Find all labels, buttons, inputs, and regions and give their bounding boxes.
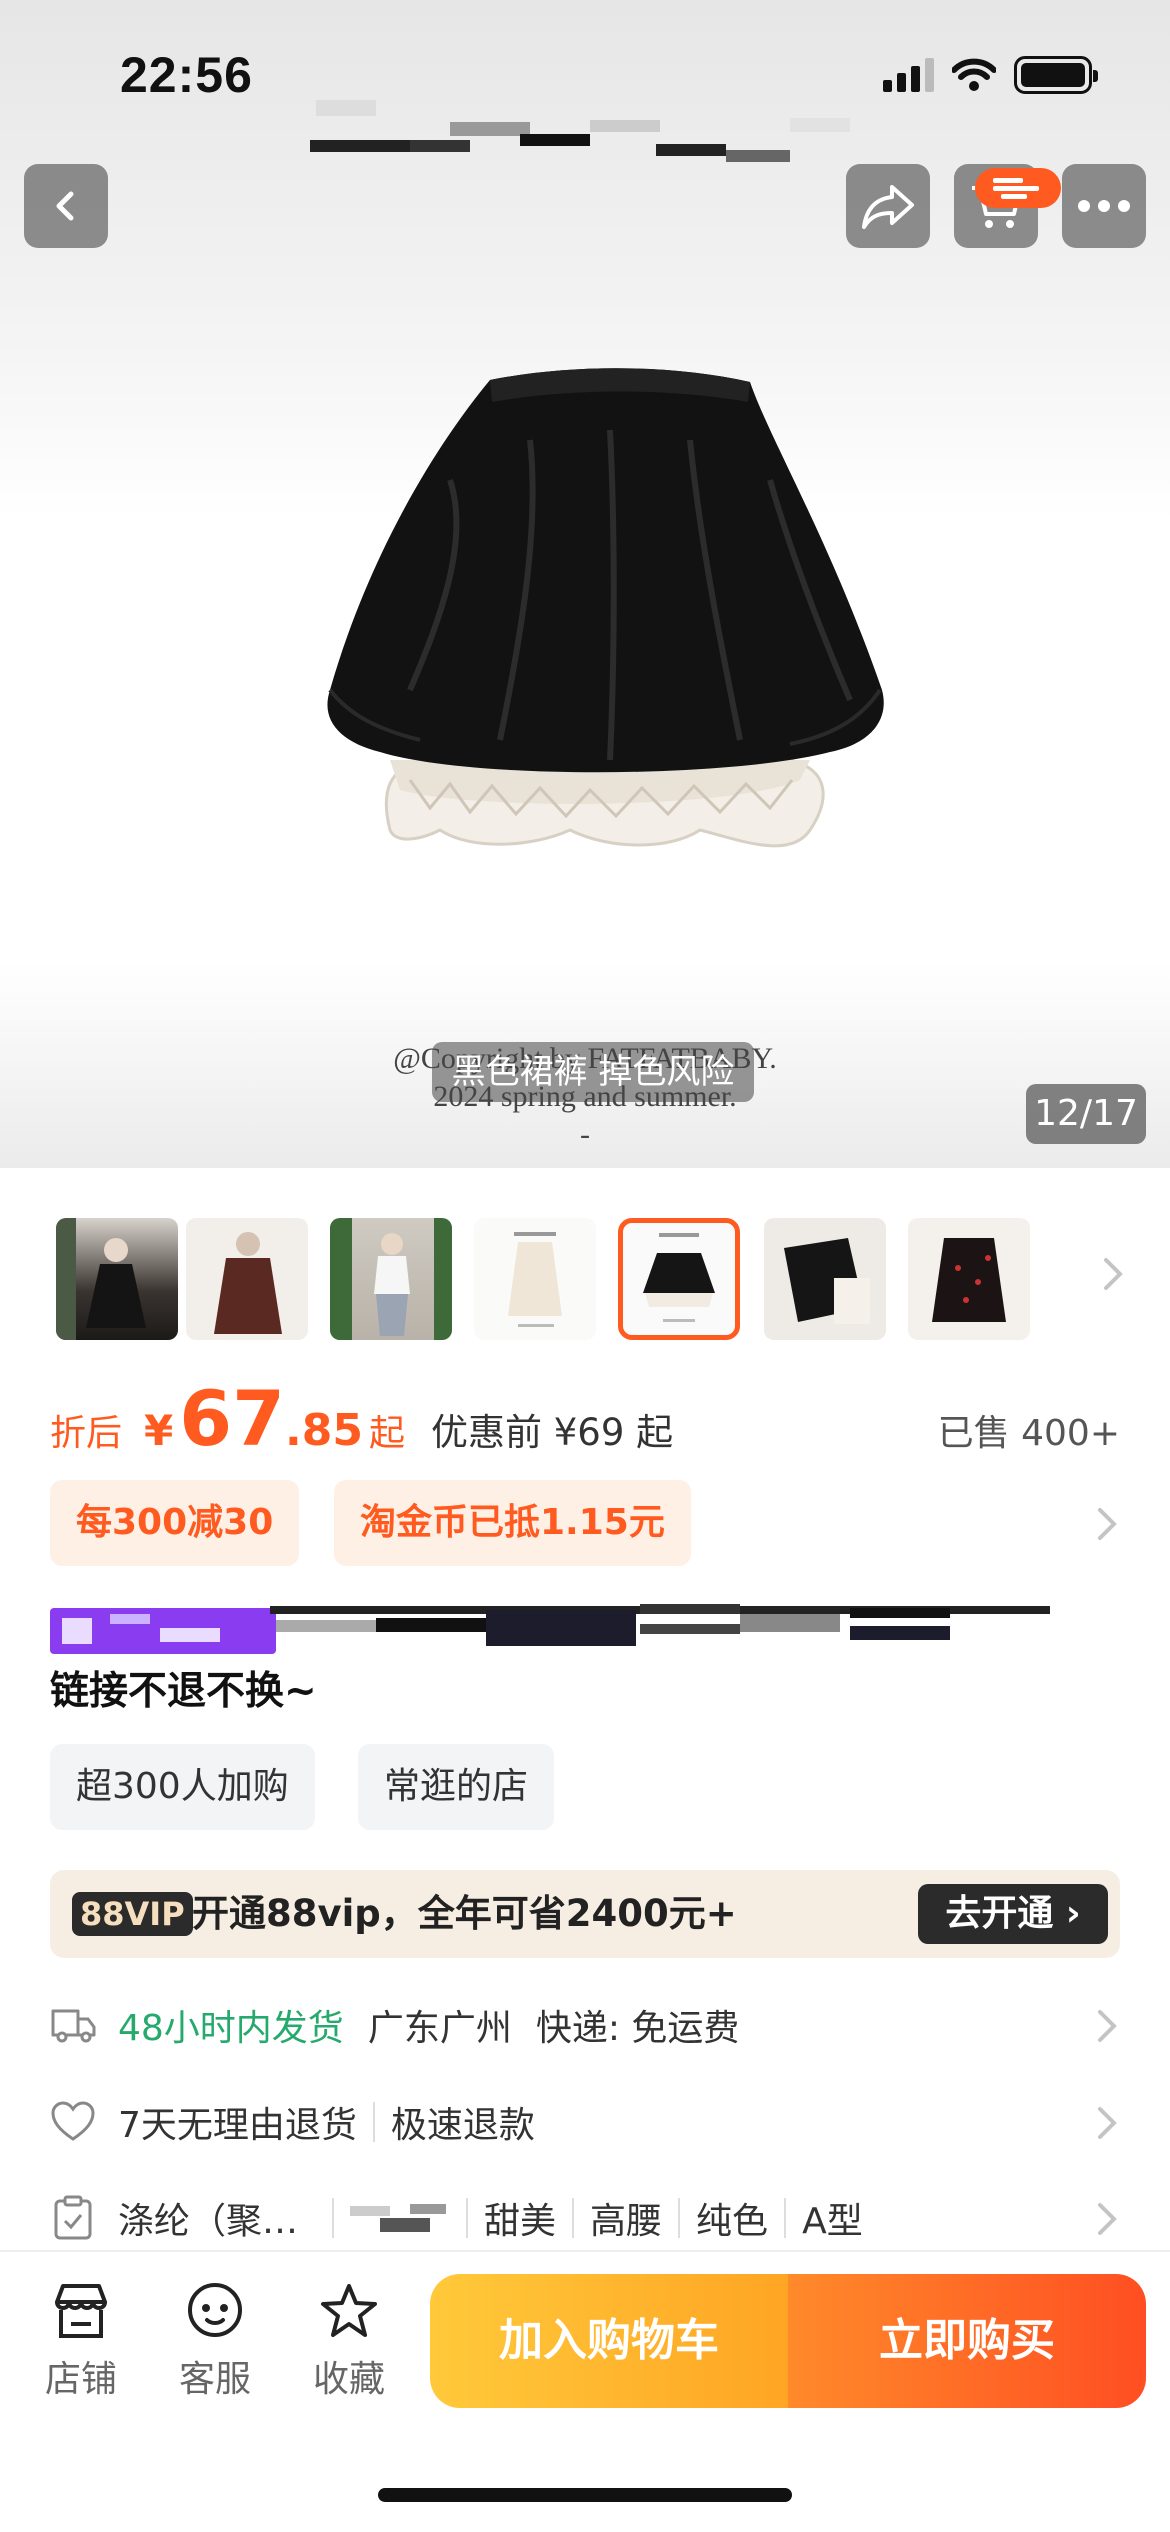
chevron-right-icon[interactable] bbox=[1096, 2008, 1120, 2044]
price-suffix: 起 bbox=[368, 1413, 405, 1454]
redacted-title bbox=[310, 100, 870, 166]
status-icons bbox=[883, 56, 1098, 94]
thumbnail[interactable] bbox=[186, 1218, 308, 1340]
product-gallery[interactable]: 22:56 - 黑色裙裤 掉色风险 12/17 bbox=[0, 0, 1170, 1168]
thumbnail-selected[interactable] bbox=[618, 1218, 740, 1340]
attr-redacted bbox=[350, 2200, 450, 2236]
shipping-row[interactable]: 48小时内发货 广东广州 快递: 免运费 bbox=[50, 1990, 1120, 2060]
price-decimal: .85 bbox=[285, 1405, 363, 1456]
vip-text: 开通88vip，全年可省2400元+ bbox=[192, 1892, 737, 1935]
thumbnail[interactable] bbox=[474, 1218, 596, 1340]
status-time: 22:56 bbox=[120, 47, 253, 103]
price-row: 折后 ¥ 67 .85 起 优惠前 ¥69 起 已售 400+ bbox=[50, 1374, 1120, 1470]
divider bbox=[572, 2198, 575, 2238]
more-button[interactable] bbox=[1062, 164, 1146, 248]
chevron-right-icon[interactable] bbox=[1096, 2105, 1120, 2141]
thumbnail[interactable] bbox=[908, 1218, 1030, 1340]
thumbnail[interactable] bbox=[56, 1218, 178, 1340]
coupon-discount[interactable]: 每300减30 bbox=[50, 1480, 300, 1566]
price-label: 折后 bbox=[50, 1413, 123, 1454]
vip-open-button[interactable]: 去开通 › bbox=[918, 1884, 1108, 1944]
back-button[interactable] bbox=[24, 164, 108, 248]
shipping-method: 快递: 免运费 bbox=[535, 2008, 740, 2049]
service-button[interactable]: 客服 bbox=[160, 2282, 270, 2402]
attr-shape: A型 bbox=[802, 2201, 863, 2242]
tag-cart-count: 超300人加购 bbox=[50, 1744, 315, 1830]
coupon-taojinbi[interactable]: 淘金币已抵1.15元 bbox=[334, 1480, 691, 1566]
vip-banner[interactable]: 88VIP 开通88vip，全年可省2400元+ 去开通 › bbox=[50, 1870, 1120, 1958]
buy-now-button[interactable]: 立即购买 bbox=[788, 2274, 1146, 2408]
purchase-buttons: 加入购物车 立即购买 bbox=[430, 2274, 1146, 2408]
original-price: 优惠前 ¥69 起 bbox=[430, 1411, 674, 1454]
title-text: 链接不退不换~ bbox=[50, 1669, 317, 1714]
store-icon bbox=[55, 2284, 107, 2338]
attributes-row[interactable]: 涤纶（聚… 甜美 高腰 纯色 A型 bbox=[50, 2183, 1120, 2253]
vip-badge: 88VIP bbox=[72, 1892, 193, 1936]
sold-count: 已售 400+ bbox=[937, 1413, 1120, 1454]
attr-material: 涤纶（聚… bbox=[118, 2201, 299, 2242]
divider bbox=[678, 2198, 681, 2238]
attr-waist: 高腰 bbox=[590, 2201, 663, 2242]
shipping-time: 48小时内发货 bbox=[118, 2008, 344, 2049]
thumbnail[interactable] bbox=[764, 1218, 886, 1340]
attr-pattern: 纯色 bbox=[696, 2201, 769, 2242]
thumbnail-strip[interactable] bbox=[0, 1168, 1170, 1368]
returns-row[interactable]: 7天无理由退货 极速退款 bbox=[50, 2087, 1120, 2157]
chevron-right-icon[interactable] bbox=[1096, 2201, 1120, 2237]
cart-badge bbox=[975, 168, 1061, 208]
home-indicator[interactable] bbox=[378, 2488, 792, 2502]
divider bbox=[332, 2198, 335, 2238]
more-icon bbox=[1078, 200, 1130, 212]
attr-style: 甜美 bbox=[484, 2201, 557, 2242]
truck-icon bbox=[50, 2002, 96, 2048]
coupon-row[interactable]: 每300减30 淘金币已抵1.15元 bbox=[50, 1480, 1120, 1568]
battery-icon bbox=[1014, 56, 1098, 94]
divider bbox=[466, 2198, 469, 2238]
price-currency: ¥ bbox=[144, 1406, 174, 1455]
star-icon bbox=[321, 2284, 377, 2337]
shipping-location: 广东广州 bbox=[367, 2008, 512, 2049]
favorite-button[interactable]: 收藏 bbox=[294, 2282, 404, 2402]
product-title: 链接不退不换~ bbox=[50, 1604, 1120, 1714]
refund-policy: 极速退款 bbox=[390, 2105, 535, 2146]
image-counter: 12/17 bbox=[1026, 1084, 1146, 1144]
add-to-cart-button[interactable]: 加入购物车 bbox=[430, 2274, 788, 2408]
heart-shield-icon bbox=[50, 2099, 96, 2145]
divider bbox=[784, 2198, 787, 2238]
product-image bbox=[327, 368, 884, 848]
share-icon bbox=[862, 185, 914, 229]
chevron-right-icon[interactable] bbox=[1096, 1504, 1120, 1544]
share-button[interactable] bbox=[846, 164, 930, 248]
tag-frequent-store: 常逛的店 bbox=[358, 1744, 555, 1830]
return-policy: 7天无理由退货 bbox=[118, 2105, 357, 2146]
clipboard-icon bbox=[50, 2195, 96, 2241]
wifi-icon bbox=[952, 58, 996, 91]
signal-icon bbox=[883, 58, 934, 92]
chevron-right-icon[interactable] bbox=[1102, 1254, 1126, 1294]
sku-caption: 黑色裙裤 掉色风险 bbox=[432, 1042, 754, 1102]
chevron-left-icon bbox=[56, 191, 74, 221]
divider bbox=[372, 2102, 375, 2142]
price-integer: 67 bbox=[179, 1374, 286, 1463]
thumbnail[interactable] bbox=[330, 1218, 452, 1340]
store-button[interactable]: 店铺 bbox=[26, 2282, 136, 2402]
chat-face-icon bbox=[188, 2283, 242, 2337]
